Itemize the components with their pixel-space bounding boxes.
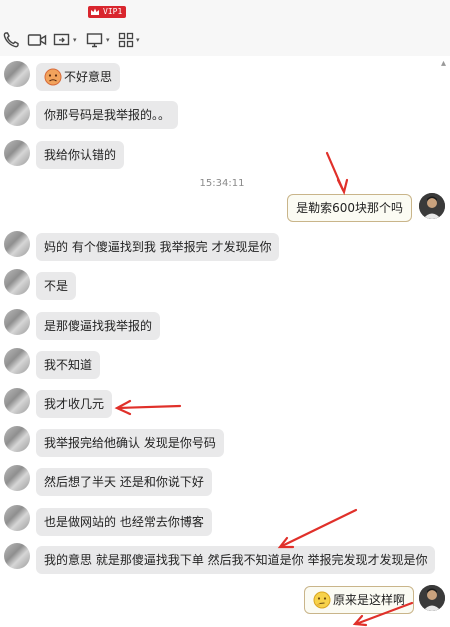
crown-icon xyxy=(91,8,99,15)
message-bubble: 我才收几元 xyxy=(36,390,113,418)
message-timestamp: 15:34:11 xyxy=(199,178,245,189)
chat-area: 不好意思 你那号码是我举报的。。 我给你认错的 15:34:11 是勒索600块… xyxy=(0,56,450,627)
avatar[interactable] xyxy=(4,388,30,414)
message-bubble: 然后想了半天 还是和你说下好 xyxy=(36,468,212,496)
message-bubble: 是那傻逼找我举报的 xyxy=(36,312,161,340)
remote-desktop-button[interactable]: ▾ xyxy=(86,30,110,50)
voice-call-button[interactable] xyxy=(2,30,22,50)
message-text: 我不知道 xyxy=(44,358,93,372)
message-bubble: 你那号码是我举报的。。 xyxy=(36,101,179,129)
avatar[interactable] xyxy=(4,269,30,295)
apps-grid-icon xyxy=(118,32,134,48)
message-text: 也是做网站的 也经常去你博客 xyxy=(44,515,204,529)
message-text: 我给你认错的 xyxy=(44,148,117,162)
phone-icon xyxy=(3,32,19,48)
avatar[interactable] xyxy=(4,100,30,126)
message-text: 然后想了半天 还是和你说下好 xyxy=(44,475,204,489)
apps-caret-icon: ▾ xyxy=(136,36,140,44)
message-bubble: 我不知道 xyxy=(36,351,101,379)
message-bubble: 我举报完给他确认 发现是你号码 xyxy=(36,429,224,457)
message-text: 原来是这样啊 xyxy=(332,593,405,607)
message-bubble: 我给你认错的 xyxy=(36,141,125,169)
message-text: 我才收几元 xyxy=(44,397,105,411)
share-screen-button[interactable]: ▾ xyxy=(53,30,77,50)
remote-desktop-icon xyxy=(86,33,103,48)
message-text: 不是 xyxy=(44,279,69,293)
apps-button[interactable]: ▾ xyxy=(118,30,140,50)
message-bubble: 也是做网站的 也经常去你博客 xyxy=(36,508,212,536)
message-text: 我的意思 就是那傻逼找我下单 然后我不知道是你 举报完发现才发现是你 xyxy=(44,553,428,567)
share-screen-caret-icon: ▾ xyxy=(73,36,77,44)
message-text: 不好意思 xyxy=(64,70,113,84)
share-screen-icon xyxy=(53,33,70,46)
person-icon xyxy=(419,193,445,219)
avatar[interactable] xyxy=(4,309,30,335)
message-bubble: 妈的 有个傻逼找到我 我举报完 才发现是你 xyxy=(36,233,280,261)
vip-badge: VIP1 xyxy=(88,6,127,18)
avatar[interactable] xyxy=(4,140,30,166)
message-text: 是那傻逼找我举报的 xyxy=(44,319,153,333)
vip-label: VIP1 xyxy=(103,7,123,16)
avatar[interactable] xyxy=(4,348,30,374)
my-message-bubble: 原来是这样啊 xyxy=(303,586,414,614)
chat-toolbar: VIP1 ▾ ▾ ▾ xyxy=(0,0,450,56)
remote-desktop-caret-icon: ▾ xyxy=(106,36,110,44)
avatar[interactable] xyxy=(4,231,30,257)
avatar[interactable] xyxy=(4,543,30,569)
message-bubble: 我的意思 就是那傻逼找我下单 然后我不知道是你 举报完发现才发现是你 xyxy=(36,546,436,574)
avatar[interactable] xyxy=(4,505,30,531)
avatar[interactable] xyxy=(4,465,30,491)
message-text: 是勒索600块那个吗 xyxy=(296,201,403,215)
message-bubble: 不好意思 xyxy=(36,63,121,91)
message-text: 你那号码是我举报的。。 xyxy=(44,108,171,122)
message-text: 我举报完给他确认 发现是你号码 xyxy=(44,436,216,450)
avatar[interactable] xyxy=(4,61,30,87)
sad-face-icon xyxy=(44,68,62,85)
avatar[interactable] xyxy=(4,426,30,452)
message-bubble: 不是 xyxy=(36,272,77,300)
my-avatar[interactable] xyxy=(419,193,445,219)
video-icon xyxy=(27,34,47,46)
my-avatar[interactable] xyxy=(419,585,445,611)
message-text: 妈的 有个傻逼找到我 我举报完 才发现是你 xyxy=(44,240,272,254)
video-call-button[interactable] xyxy=(27,30,47,50)
my-message-bubble: 是勒索600块那个吗 xyxy=(287,194,412,222)
thinking-face-icon xyxy=(313,591,331,608)
person-icon xyxy=(419,585,445,611)
